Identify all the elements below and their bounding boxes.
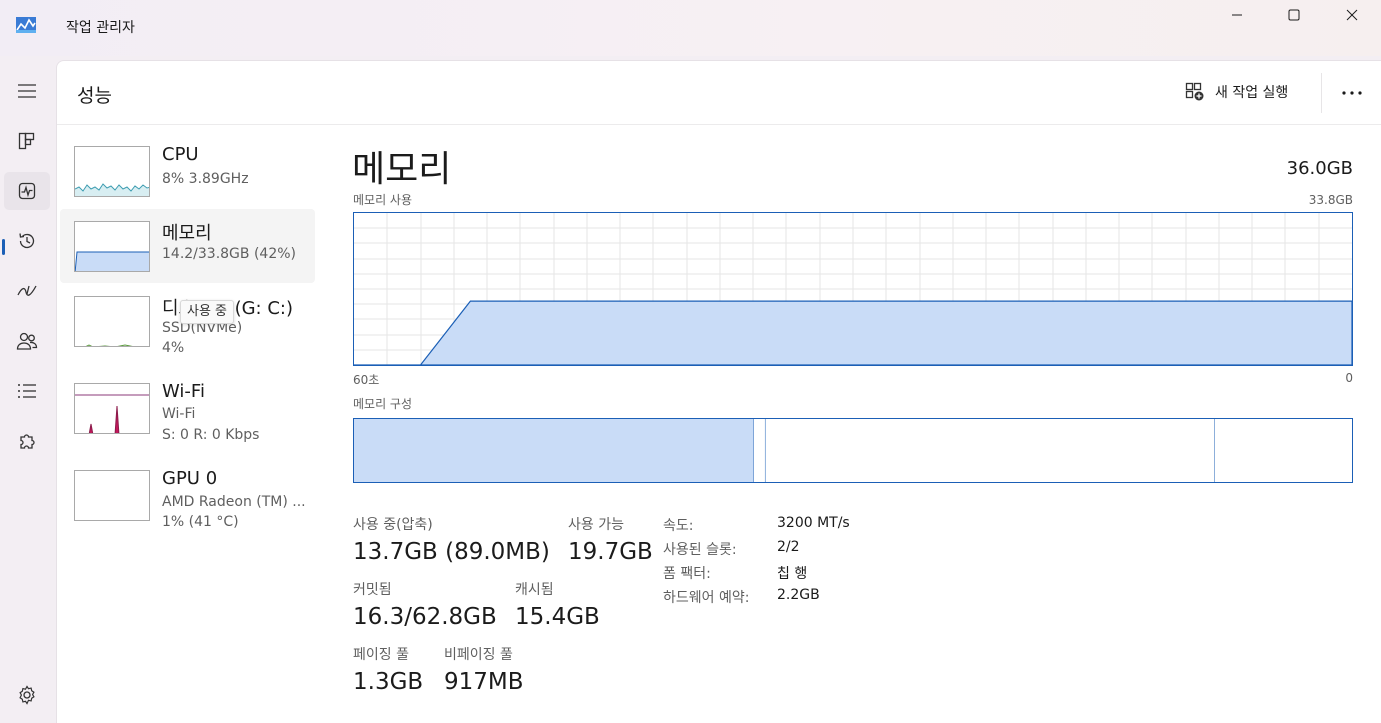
nonpaged-pool-value: 917MB	[444, 669, 524, 695]
wifi-thumbnail-graph	[74, 383, 150, 434]
speed-key: 속도:	[663, 518, 694, 534]
header-divider	[1321, 73, 1322, 113]
cached-value: 15.4GB	[515, 604, 600, 630]
memory-title: 메모리	[352, 149, 452, 190]
memory-usage-area	[354, 300, 1353, 366]
memory-composition-label: 메모리 구성	[353, 397, 413, 411]
nav-startup-apps-button[interactable]	[4, 272, 50, 310]
form-factor-value: 칩 행	[777, 566, 808, 582]
perf-item-name: Wi-Fi	[162, 381, 205, 402]
perf-item-detail: 14.2/33.8GB (42%)	[162, 246, 297, 262]
disk-thumbnail-graph	[74, 296, 150, 347]
title-bar: 작업 관리자	[0, 0, 1381, 56]
memory-usage-label: 메모리 사용	[353, 193, 413, 207]
window-title: 작업 관리자	[66, 20, 135, 36]
nav-app-history-button[interactable]	[4, 222, 50, 260]
axis-label-left: 60초	[353, 373, 380, 387]
memory-composition-bar	[353, 418, 1353, 483]
page-title: 성능	[77, 85, 112, 107]
cached-label: 캐시됨	[515, 582, 554, 598]
perf-item-name: CPU	[162, 144, 199, 165]
cpu-thumbnail-graph	[74, 146, 150, 197]
run-new-task-button[interactable]: 새 작업 실행	[1185, 79, 1288, 105]
navigation-rail	[0, 56, 56, 723]
processes-icon	[18, 132, 35, 150]
run-new-task-label: 새 작업 실행	[1215, 85, 1289, 101]
axis-label-right: 0	[1345, 371, 1353, 385]
composition-modified-segment	[753, 419, 766, 482]
in-use-value: 13.7GB (89.0MB)	[353, 539, 550, 565]
gear-icon	[19, 685, 35, 705]
more-options-icon	[1342, 91, 1362, 95]
maximize-icon	[1288, 9, 1300, 21]
users-icon	[16, 332, 38, 350]
maximize-button[interactable]	[1265, 0, 1323, 30]
perf-item-usage: 1% (41 °C)	[162, 514, 239, 530]
services-puzzle-icon	[20, 434, 35, 449]
minimize-icon	[1232, 14, 1242, 16]
perf-item-usage: 4%	[162, 340, 185, 356]
committed-value: 16.3/62.8GB	[353, 604, 497, 630]
committed-label: 커밋됨	[353, 582, 392, 598]
perf-item-name: GPU 0	[162, 468, 218, 489]
task-manager-app-icon	[16, 17, 36, 33]
slots-used-key: 사용된 슬롯:	[663, 542, 737, 558]
available-value: 19.7GB	[568, 539, 653, 565]
minimize-button[interactable]	[1208, 0, 1266, 30]
perf-item-memory[interactable]: 메모리 14.2/33.8GB (42%)	[60, 209, 315, 283]
panel-header: 성능 새 작업 실행	[57, 61, 1381, 125]
menu-toggle-button[interactable]	[4, 72, 50, 110]
nav-services-button[interactable]	[4, 422, 50, 460]
memory-usage-max: 33.8GB	[1308, 193, 1353, 207]
close-icon	[1346, 9, 1358, 21]
in-use-label: 사용 중(압축)	[353, 517, 433, 533]
settings-button[interactable]	[4, 676, 50, 714]
more-options-button[interactable]	[1333, 79, 1371, 107]
new-task-icon	[1185, 82, 1204, 101]
composition-free-segment	[1214, 419, 1352, 482]
tooltip: 사용 중	[180, 300, 235, 324]
memory-usage-chart	[354, 213, 1353, 366]
hardware-reserved-value: 2.2GB	[777, 587, 820, 603]
details-list-icon	[18, 384, 36, 398]
perf-item-name: 메모리	[162, 223, 212, 244]
nav-details-button[interactable]	[4, 372, 50, 410]
perf-item-wifi[interactable]: Wi-Fi Wi-Fi S: 0 R: 0 Kbps	[60, 371, 315, 445]
history-icon	[19, 233, 35, 249]
memory-thumbnail-graph	[74, 221, 150, 272]
composition-in-use-segment	[354, 419, 754, 482]
hardware-reserved-key: 하드웨어 예약:	[663, 590, 750, 606]
speed-value: 3200 MT/s	[777, 515, 850, 531]
hamburger-icon	[18, 84, 36, 98]
perf-item-cpu[interactable]: CPU 8% 3.89GHz	[60, 134, 315, 208]
perf-item-detail: Wi-Fi	[162, 406, 196, 422]
nav-users-button[interactable]	[4, 322, 50, 360]
close-button[interactable]	[1323, 0, 1381, 30]
gpu-thumbnail-graph	[74, 470, 150, 521]
memory-composition-chart	[354, 419, 1352, 482]
startup-speedometer-icon	[17, 285, 37, 296]
perf-item-throughput: S: 0 R: 0 Kbps	[162, 427, 260, 443]
performance-icon	[18, 182, 36, 200]
paged-pool-value: 1.3GB	[353, 669, 424, 695]
nav-processes-button[interactable]	[4, 122, 50, 160]
memory-usage-graph	[353, 212, 1353, 366]
perf-item-gpu[interactable]: GPU 0 AMD Radeon (TM) ... 1% (41 °C)	[60, 458, 315, 532]
slots-used-value: 2/2	[777, 539, 800, 555]
nav-performance-button[interactable]	[4, 172, 50, 210]
composition-standby-segment	[765, 419, 1215, 482]
paged-pool-label: 페이징 풀	[353, 647, 409, 663]
perf-item-detail: 8% 3.89GHz	[162, 171, 249, 187]
nonpaged-pool-label: 비페이징 풀	[444, 647, 513, 663]
available-label: 사용 가능	[568, 517, 624, 533]
form-factor-key: 폼 팩터:	[663, 566, 711, 582]
memory-total: 36.0GB	[1286, 158, 1353, 179]
perf-item-detail: AMD Radeon (TM) ...	[162, 494, 306, 510]
